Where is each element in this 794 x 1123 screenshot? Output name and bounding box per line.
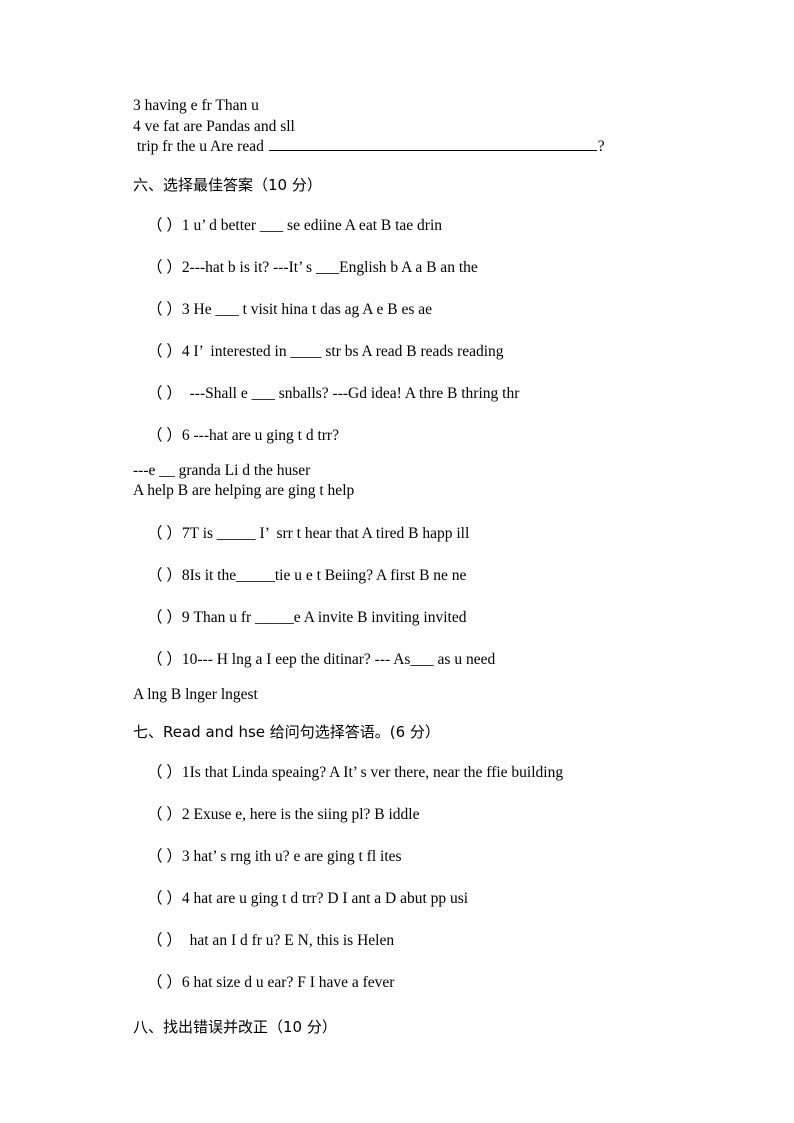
section-eight-heading: 八、找出错误并改正（10 分） — [133, 1017, 693, 1038]
section-six-item-3[interactable]: （ ）3 He ___ t visit hina t das ag A e B … — [133, 300, 693, 320]
section-seven-item-4[interactable]: （ ）4 hat are u ging t d trr? D I ant a D… — [133, 889, 693, 909]
section-seven-item-1[interactable]: （ ）1Is that Linda speaing? A It’ s ver t… — [133, 763, 693, 783]
section-six-heading: 六、选择最佳答案（10 分） — [133, 175, 693, 196]
section-seven-item-6[interactable]: （ ）6 hat size d u ear? F I have a fever — [133, 973, 693, 993]
section-six-item-7[interactable]: （ ）7T is _____ I’ srr t hear that A tire… — [133, 524, 693, 544]
section-six-item-6-continuation-b: A help B are helping are ging t help — [133, 482, 355, 499]
section-six-item-10[interactable]: （ ）10--- H lng a I eep the ditinar? --- … — [133, 650, 693, 670]
section-seven-item-3[interactable]: （ ）3 hat’ s rng ith u? e are ging t fl i… — [133, 847, 693, 867]
carryover-trip-text: trip fr the u Are read — [133, 138, 268, 155]
section-seven-item-2[interactable]: （ ）2 Exuse e, here is the siing pl? B id… — [133, 805, 693, 825]
exam-page: 3 having e fr Than u 4 ve fat are Pandas… — [0, 0, 794, 1123]
section-six-item-4[interactable]: （ ）4 I’ interested in ____ str bs A read… — [133, 342, 693, 362]
page-content: 3 having e fr Than u 4 ve fat are Pandas… — [133, 96, 693, 1041]
section-eight-heading-text: 八、找出错误并改正（10 分） — [133, 1018, 337, 1036]
carryover-line-3: 3 having e fr Than u — [133, 97, 259, 114]
section-seven-item-5[interactable]: （ ） hat an I d fr u? E N, this is Helen — [133, 931, 693, 951]
section-six-item-10-continuation: A lng B lnger lngest — [133, 685, 258, 703]
section-six-item-9[interactable]: （ ）9 Than u fr _____e A invite B invitin… — [133, 608, 693, 628]
carryover-line-trip: trip fr the u Are read ? — [133, 137, 693, 158]
section-six-item-6-continuation-a: ---e __ granda Li d the huser — [133, 461, 311, 479]
section-six-item-5[interactable]: （ ） ---Shall e ___ snballs? ---Gd idea! … — [133, 384, 693, 404]
carryover-line-4: 4 ve fat are Pandas and sll — [133, 117, 295, 135]
section-six-item-2[interactable]: （ ）2---hat b is it? ---It’ s ___English … — [133, 258, 693, 278]
section-six-item-6[interactable]: （ ）6 ---hat are u ging t d trr? — [133, 426, 693, 446]
section-six-heading-text: 六、选择最佳答案（10 分） — [133, 175, 322, 194]
section-six-item-8[interactable]: （ ）8Is it the_____tie u e t Beiing? A fi… — [133, 566, 693, 586]
carryover-trip-question-mark: ? — [597, 138, 605, 155]
section-seven-heading: 七、Read and hse 给问句选择答语。(6 分） — [133, 722, 693, 743]
section-seven-heading-text: 七、Read and hse 给问句选择答语。(6 分） — [133, 723, 440, 741]
section-six-item-1[interactable]: （ ）1 u’ d better ___ se ediine A eat B t… — [133, 216, 693, 236]
answer-blank-long[interactable] — [268, 137, 597, 151]
